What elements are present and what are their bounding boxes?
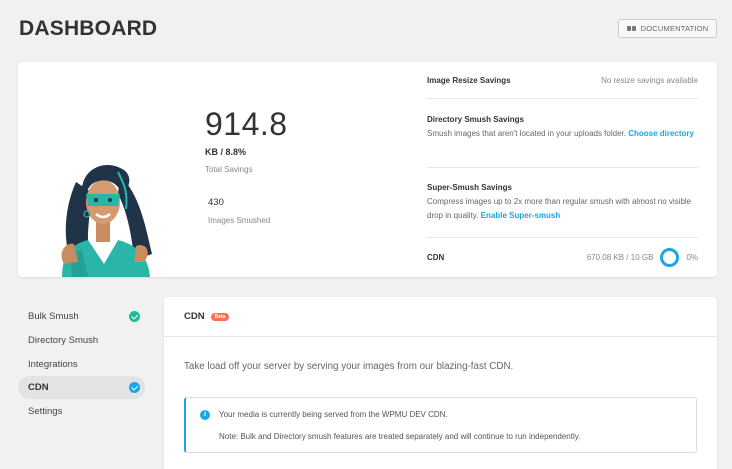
directory-savings-row: Directory Smush Savings Smush images tha…	[427, 99, 698, 168]
resize-savings-value: No resize savings available	[601, 75, 698, 85]
book-icon	[626, 25, 636, 32]
images-smushed-label: Images Smushed	[208, 216, 271, 225]
sidebar-item-bulk-smush[interactable]: Bulk Smush	[18, 305, 145, 328]
cdn-panel-header: CDN Beta	[164, 297, 717, 337]
cdn-info-notice: i Your media is currently being served f…	[184, 397, 697, 453]
resize-savings-row: Image Resize Savings No resize savings a…	[427, 62, 698, 99]
super-smush-title: Super-Smush Savings	[427, 183, 512, 192]
info-icon: i	[200, 410, 210, 420]
sidebar-item-settings[interactable]: Settings	[18, 400, 145, 423]
sidebar-item-label: Integrations	[28, 358, 78, 370]
cdn-panel-description: Take load off your server by serving you…	[184, 361, 514, 372]
images-smushed-count: 430	[208, 197, 224, 208]
sidebar-item-label: Bulk Smush	[28, 311, 79, 322]
directory-savings-desc: Smush images that aren't located in your…	[427, 129, 694, 138]
enable-super-smush-link[interactable]: Enable Super-smush	[481, 211, 561, 220]
sidebar-item-label: CDN	[28, 382, 49, 394]
cdn-panel: CDN Beta Take load off your server by se…	[164, 297, 717, 469]
documentation-button[interactable]: DOCUMENTATION	[618, 19, 717, 38]
notice-note: Note: Bulk and Directory smush features …	[219, 432, 581, 441]
sidebar-item-cdn[interactable]: CDN	[18, 376, 145, 400]
documentation-button-label: DOCUMENTATION	[640, 24, 709, 33]
super-smush-desc: Compress images up to 2x more than regul…	[427, 197, 692, 220]
cdn-usage-ring	[660, 247, 680, 267]
sidebar-item-integrations[interactable]: Integrations	[18, 353, 145, 376]
resize-savings-title: Image Resize Savings	[427, 75, 511, 85]
smush-mascot-illustration	[61, 164, 152, 277]
total-savings-unit: KB / 8.8%	[205, 147, 247, 157]
sidebar-item-label: Directory Smush	[28, 334, 99, 346]
cdn-usage-percent: 0%	[686, 252, 698, 262]
sidebar-item-directory-smush[interactable]: Directory Smush	[18, 329, 145, 352]
check-circle-icon	[129, 311, 140, 322]
directory-savings-title: Directory Smush Savings	[427, 115, 524, 124]
super-smush-row: Super-Smush Savings Compress images up t…	[427, 168, 698, 238]
cdn-panel-title: CDN	[184, 311, 205, 322]
choose-directory-link[interactable]: Choose directory	[628, 129, 694, 138]
cdn-usage-value: 670.08 KB / 10 GB	[586, 252, 654, 262]
page-title: DASHBOARD	[19, 17, 158, 40]
notice-message: Your media is currently being served fro…	[219, 410, 448, 419]
cdn-usage: 670.08 KB / 10 GB 0%	[586, 247, 698, 267]
total-savings-label: Total Savings	[205, 165, 253, 174]
sidebar-nav: Bulk Smush Directory Smush Integrations …	[18, 305, 145, 424]
summary-box: 914.8 KB / 8.8% Total Savings 430 Images…	[18, 62, 717, 277]
total-savings-value: 914.8	[205, 106, 288, 142]
cdn-title: CDN	[427, 252, 445, 262]
check-circle-icon	[129, 382, 140, 394]
sidebar-item-label: Settings	[28, 406, 63, 418]
savings-rows: Image Resize Savings No resize savings a…	[427, 62, 698, 276]
beta-badge: Beta	[210, 312, 230, 321]
cdn-row: CDN 670.08 KB / 10 GB 0%	[427, 238, 698, 276]
